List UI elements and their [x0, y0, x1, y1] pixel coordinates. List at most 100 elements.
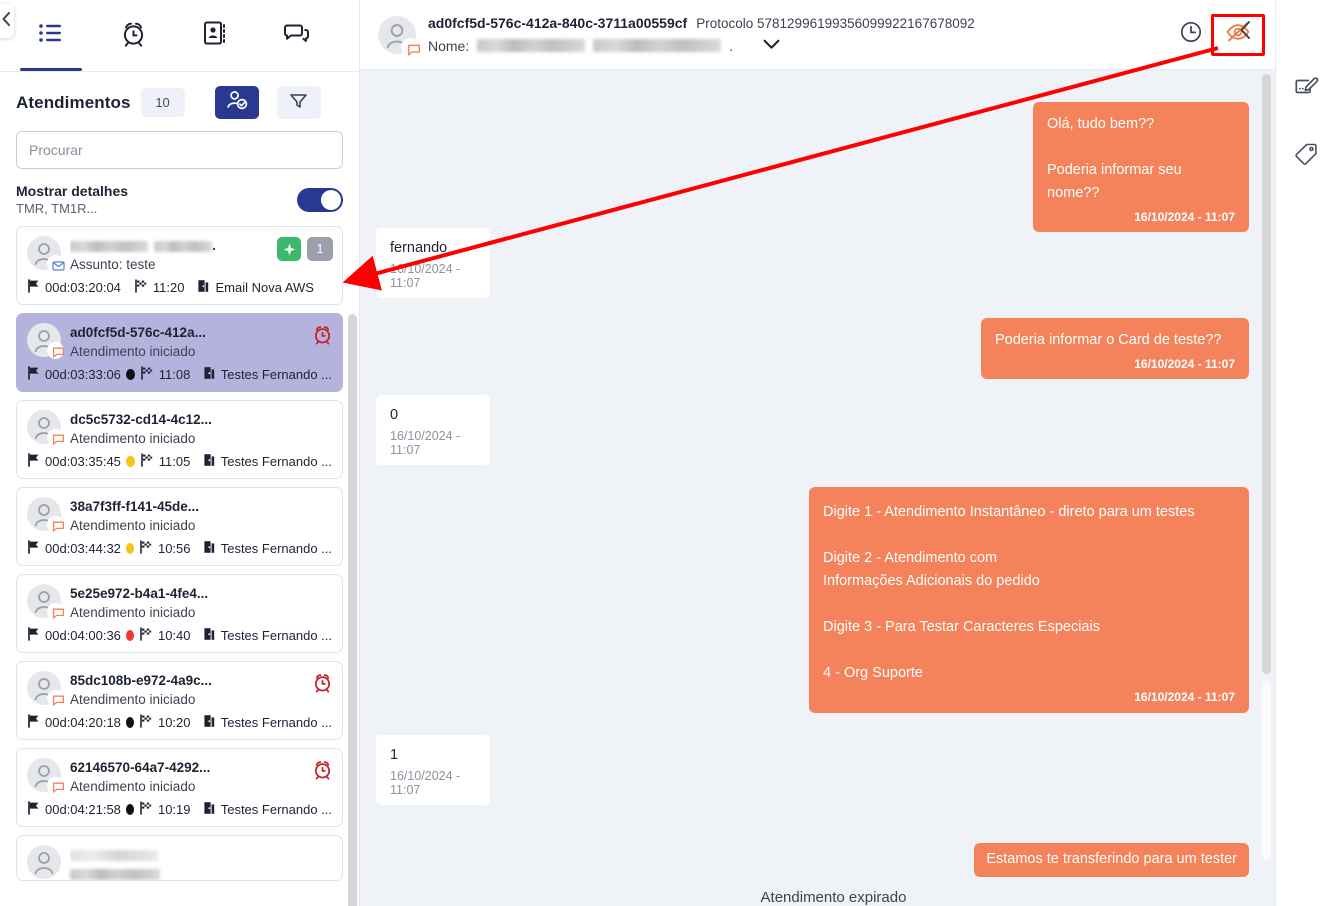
list-item-meta: 00d:04:20:18 10:20 Testes Fernando ... [27, 714, 332, 731]
sidebar-collapse-handle[interactable] [0, 4, 14, 38]
chat-protocol: Protocolo 57812996199356099922167678092 [696, 16, 975, 31]
list-item-subject: Atendimento iniciado [70, 431, 196, 446]
message-time: 16/10/2024 - 11:07 [390, 262, 461, 290]
toggle-knob [321, 189, 341, 210]
chat-panel: ad0fcf5d-576c-412a-840c-3711a00559cf Pro… [360, 0, 1275, 906]
list-item-name [70, 846, 332, 863]
blurred-name [70, 240, 148, 252]
message-outgoing: Estamos te transferindo para um tester [974, 843, 1249, 877]
list-item[interactable]: 85dc108b-e972-4a9c... Atendimento inicia… [16, 661, 343, 740]
list-item-name: 38a7f3ff-f141-45de... [70, 499, 200, 514]
chat-icon [47, 516, 65, 533]
message-text: Poderia informar o Card de teste?? [995, 332, 1222, 348]
chat-message-list: Olá, tudo bem?? Poderia informar seu nom… [360, 70, 1275, 906]
email-icon [47, 255, 65, 272]
avatar [27, 584, 65, 620]
tab-alarm[interactable] [92, 0, 174, 71]
filter-button[interactable] [276, 86, 321, 119]
queue-icon [203, 453, 216, 470]
chat-header: ad0fcf5d-576c-412a-840c-3711a00559cf Pro… [360, 0, 1275, 70]
list-item-subject: Atendimento iniciado [70, 692, 196, 707]
chat-bubbles-icon [284, 22, 310, 49]
queue-icon [203, 627, 216, 644]
list-item[interactable]: 38a7f3ff-f141-45de... Atendimento inicia… [16, 487, 343, 566]
assign-user-button[interactable] [214, 86, 259, 119]
chat-scrollbar[interactable] [1262, 74, 1271, 674]
list-item[interactable]: 5e25e972-b4a1-4fe4... Atendimento inicia… [16, 574, 343, 653]
list-item-subject: Atendimento iniciado [70, 518, 196, 533]
list-item-meta: 00d:03:44:32 10:56 Testes Fernando ... [27, 540, 332, 557]
chat-icon [401, 37, 420, 56]
show-details-sublabel: TMR, TM1R... [16, 201, 98, 216]
tags-button[interactable] [1286, 136, 1326, 176]
list-item[interactable]: ad0fcf5d-576c-412a... Atendimento inicia… [16, 313, 343, 392]
tab-chats[interactable] [256, 0, 338, 71]
list-item[interactable]: 62146570-64a7-4292... Atendimento inicia… [16, 748, 343, 827]
chat-icon [47, 342, 65, 359]
show-details-row: Mostrar detalhes TMR, TM1R... [0, 169, 359, 226]
chat-atendimento-id: ad0fcf5d-576c-412a-840c-3711a00559cf [428, 14, 688, 31]
tab-contacts[interactable] [174, 0, 256, 71]
checkered-flag-icon [139, 540, 153, 557]
show-details-toggle[interactable] [297, 187, 343, 212]
avatar [27, 671, 65, 707]
queue-icon [203, 540, 216, 557]
sparkle-icon-badge[interactable] [277, 237, 301, 261]
flag-icon [27, 714, 40, 731]
collapse-right-panel-button[interactable] [1225, 12, 1265, 52]
blurred-name-2 [154, 240, 212, 252]
search-input[interactable] [16, 131, 343, 169]
alarm-clock-icon [312, 672, 333, 698]
list-item-duration: 00d:03:44:32 [45, 541, 121, 556]
chat-scrollbar-lower[interactable] [1262, 680, 1271, 860]
list-item-queue: Email Nova AWS [215, 280, 314, 295]
avatar [378, 15, 420, 56]
checkered-flag-icon [134, 279, 148, 296]
message-outgoing: Digite 1 - Atendimento Instantâneo - dir… [809, 487, 1249, 713]
list-item[interactable]: dc5c5732-cd14-4c12... Atendimento inicia… [16, 400, 343, 479]
blurred-name [70, 849, 158, 861]
list-item-time: 11:20 [152, 280, 185, 295]
list-item-time: 10:40 [157, 628, 191, 643]
list-item-duration: 00d:03:35:45 [45, 454, 121, 469]
chevron-down-icon[interactable] [763, 37, 780, 55]
compose-note-icon [1294, 76, 1319, 105]
list-item-meta: 00d:03:35:45 11:05 Testes Fernando ... [27, 453, 332, 470]
list-item-time: 10:19 [157, 802, 191, 817]
flag-icon [27, 540, 40, 557]
alarm-clock-icon [312, 759, 333, 785]
list-item[interactable] [16, 835, 343, 881]
compose-note-button[interactable] [1286, 70, 1326, 110]
list-item-duration: 00d:03:33:06 [45, 367, 121, 382]
chat-header-texts: ad0fcf5d-576c-412a-840c-3711a00559cf Pro… [428, 14, 975, 55]
chat-icon [47, 429, 65, 446]
user-check-icon [226, 89, 248, 116]
history-button[interactable] [1171, 15, 1211, 55]
list-item-queue: Testes Fernando ... [220, 802, 332, 817]
message-time: 16/10/2024 - 11:07 [1134, 210, 1235, 224]
list-item-queue: Testes Fernando ... [220, 715, 332, 730]
message-incoming: 0 16/10/2024 - 11:07 [376, 395, 490, 465]
message-time: 16/10/2024 - 11:07 [1134, 690, 1235, 704]
list-item-duration: 00d:04:21:58 [45, 802, 121, 817]
status-dot [125, 804, 134, 815]
tab-list[interactable] [10, 0, 92, 71]
queue-icon [197, 279, 210, 296]
avatar [27, 845, 61, 879]
checkered-flag-icon [140, 366, 154, 383]
search-container [0, 119, 359, 169]
status-dot [125, 369, 135, 380]
list-item-time: 10:20 [157, 715, 191, 730]
list-header: Atendimentos 10 [0, 72, 359, 119]
message-time: 16/10/2024 - 11:07 [390, 429, 461, 457]
chevron-left-icon [1, 11, 11, 31]
chat-nome-label: Nome: [428, 37, 470, 54]
avatar [27, 323, 65, 359]
message-incoming: 1 16/10/2024 - 11:07 [376, 735, 490, 805]
list-item-meta: 00d:03:33:06 11:08 Testes Fernando ... [27, 366, 332, 383]
message-outgoing: Poderia informar o Card de teste?? 16/10… [981, 318, 1249, 379]
sidebar-scrollbar[interactable] [348, 314, 357, 906]
list-item[interactable]: . Assunto: teste 1 00d:03:20:04 11:20 Em… [16, 226, 343, 305]
list-item-time: 11:05 [158, 454, 191, 469]
list-item-subject: Atendimento iniciado [70, 779, 196, 794]
